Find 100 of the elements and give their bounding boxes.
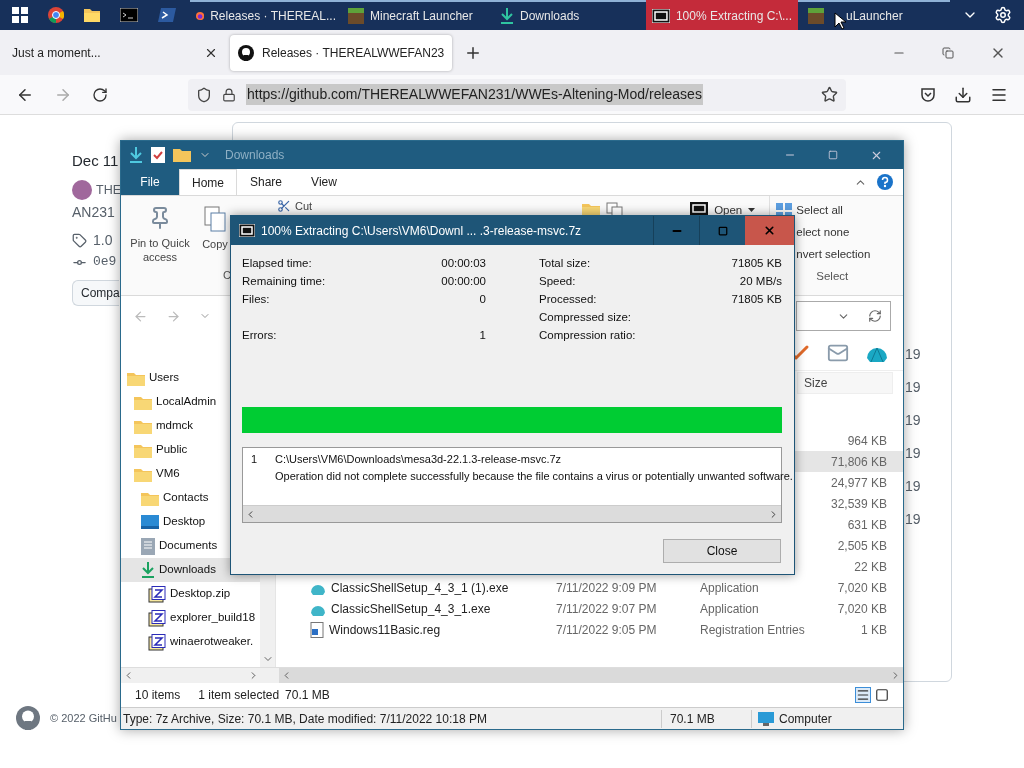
tiles-view-icon[interactable] [875, 688, 889, 702]
selection-count: 1 item selected [198, 687, 280, 704]
scissors-icon [277, 199, 291, 214]
stat-label: Compressed size: [539, 310, 632, 326]
log-message: Operation did not complete successfully because the file contains a virus or potentially unwanted software. [275, 469, 793, 484]
browser-icon[interactable] [48, 7, 64, 23]
archive-icon [148, 609, 166, 627]
github-icon[interactable] [16, 706, 40, 730]
terminal-icon[interactable] [120, 8, 138, 22]
scrollbar[interactable] [279, 668, 903, 683]
ribbon-tab[interactable]: View [295, 169, 353, 195]
type-cell-text: Application [700, 600, 760, 618]
reload-icon[interactable] [92, 86, 108, 103]
folder-icon[interactable] [173, 148, 191, 162]
count-label: 19 [905, 345, 921, 364]
tree-item[interactable]: mdmck [121, 414, 260, 438]
cut-button[interactable]: Cut [295, 198, 313, 215]
select-option[interactable]: elect none [796, 224, 850, 242]
stat-label: Elapsed time: [242, 256, 312, 272]
type-cell-text: Application [700, 579, 760, 597]
pin-button[interactable]: Pin to Quick access [127, 236, 193, 264]
size-cell-text: 1 KB [861, 621, 887, 639]
select-option[interactable]: nvert selection [796, 246, 871, 264]
pocket-icon[interactable] [920, 86, 936, 103]
caret-icon[interactable] [748, 208, 756, 212]
maximize-icon [717, 225, 728, 236]
compare-button[interactable]: Compa [72, 280, 119, 306]
ribbon-tab[interactable]: Home [179, 169, 237, 195]
stat-value: 71805 KB [731, 256, 782, 272]
bookmark-star-icon[interactable] [821, 86, 838, 103]
file-row[interactable]: ClassicShellSetup_4_3_1 (1).exe 7/11/2022 9:09 PM Application 7,020 KB [276, 577, 903, 598]
url-field[interactable]: https://github.com/THEREALWWEFAN231/WWEs-Altening-Mod/releases [188, 78, 846, 111]
archive-icon [148, 633, 166, 651]
taskbar-button[interactable]: 100% Extracting C:\... [646, 0, 798, 30]
folder-icon [127, 370, 145, 386]
powershell-icon[interactable] [158, 8, 176, 22]
mail-icon[interactable] [827, 342, 849, 364]
details-view-icon[interactable] [855, 687, 871, 703]
selection-size: 70.1 MB [285, 687, 330, 704]
help-icon[interactable] [877, 174, 893, 190]
settings-icon[interactable] [994, 6, 1012, 24]
computer-icon [758, 711, 774, 726]
open-button[interactable]: Open [714, 202, 743, 220]
count-label: 19 [905, 510, 921, 529]
address-field[interactable] [796, 301, 891, 331]
stat-value: 0 [479, 292, 486, 308]
scrollbar[interactable] [243, 505, 781, 522]
archive-icon [148, 585, 166, 603]
tree-item[interactable]: LocalAdmin [121, 390, 260, 414]
close-button[interactable]: Close [663, 539, 781, 563]
stat-label: Remaining time: [242, 274, 326, 290]
folder-icon [134, 418, 152, 434]
shield-icon[interactable] [196, 86, 212, 103]
stat-value: 00:00:03 [441, 256, 486, 272]
stat-value: 1 [479, 328, 486, 344]
stat-value: 71805 KB [731, 292, 782, 308]
group-label: Select [816, 269, 850, 284]
properties-icon[interactable] [151, 147, 165, 163]
maximize-icon[interactable] [828, 150, 838, 160]
browser-tab[interactable]: Just a moment... [4, 34, 226, 71]
desktop-icon [141, 515, 159, 529]
download-icon[interactable] [954, 85, 972, 104]
stat-label: Errors: [242, 328, 277, 344]
tree-item[interactable]: Desktop.zip [121, 582, 260, 606]
file-details: Type: 7z Archive, Size: 70.1 MB, Date modified: 7/11/2022 10:18 PM [122, 710, 488, 728]
ribbon-tab[interactable]: File [121, 169, 179, 195]
count-label: 19 [905, 444, 921, 463]
block-icon [808, 8, 824, 24]
tree-item[interactable]: Users [121, 366, 260, 390]
copy-button[interactable]: Copy [202, 236, 228, 253]
size-cell-text: 7,020 KB [837, 600, 887, 618]
tag-label[interactable]: 1.0 [93, 229, 113, 251]
tree-item[interactable]: explorer_build18 [121, 606, 260, 630]
registry-file-icon [310, 621, 324, 638]
size-cell-text: 71,806 KB [830, 453, 887, 471]
ribbon-tab[interactable]: Share [237, 169, 295, 195]
stat-label: Processed: [539, 292, 597, 308]
select-option[interactable]: Select all [796, 202, 843, 220]
file-name: ClassicShellSetup_4_3_1 (1).exe [331, 579, 509, 597]
author-name[interactable]: THE [96, 180, 121, 200]
restore-icon[interactable] [942, 46, 954, 59]
windows-logo-icon[interactable] [12, 7, 28, 23]
file-row[interactable]: Windows11Basic.reg 7/11/2022 9:05 PM Registration Entries 1 KB [276, 619, 903, 640]
tree-item[interactable]: Contacts [121, 486, 260, 510]
tree-item[interactable]: Documents [121, 534, 260, 558]
document-icon [141, 537, 155, 555]
folder-icon[interactable] [84, 8, 100, 22]
folder-icon [134, 466, 152, 482]
column-header[interactable]: Size [797, 372, 893, 394]
tree-item[interactable]: Desktop [121, 510, 260, 534]
size-cell-text: 7,020 KB [837, 579, 887, 597]
file-row[interactable]: ClassicShellSetup_4_3_1.exe 7/11/2022 9:07 PM Application 7,020 KB [276, 598, 903, 619]
commit-hash[interactable]: 0e9 [93, 252, 117, 272]
tree-item[interactable]: winaerotweaker. [121, 630, 260, 654]
tag-icon [72, 232, 87, 248]
lock-icon [222, 87, 236, 102]
release-date: Dec 11 [72, 151, 119, 171]
refresh-icon[interactable] [868, 309, 882, 323]
browser-tab[interactable]: Releases · THEREALWWEFAN23 [230, 34, 452, 71]
author-name[interactable]: AN231 [72, 202, 115, 222]
